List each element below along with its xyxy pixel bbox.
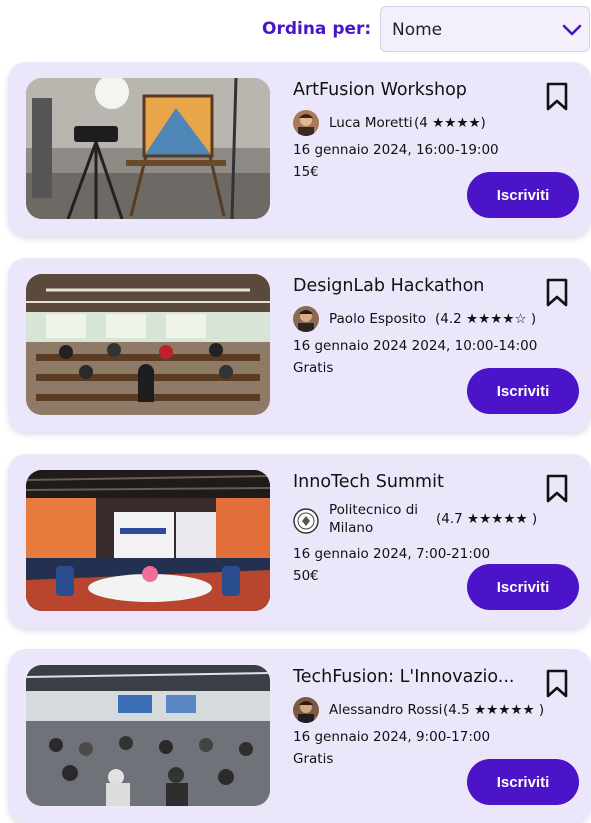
rating: (4.7 ★★★★★ ) xyxy=(436,511,538,527)
organizer-name-line1: Politecnico di xyxy=(329,502,419,518)
rating: (4.2 ★★★★☆ ) xyxy=(435,311,537,327)
organizer-name: Paolo Esposito xyxy=(329,311,427,327)
subscribe-button[interactable]: Iscriviti xyxy=(467,759,579,805)
event-image-conference xyxy=(26,470,270,611)
subscribe-button[interactable]: Iscriviti xyxy=(467,564,579,610)
subscribe-button[interactable]: Iscriviti xyxy=(467,368,579,414)
university-seal-logo xyxy=(293,508,319,534)
chevron-down-icon xyxy=(562,24,582,36)
event-date: 16 gennaio 2024, 7:00-21:00 xyxy=(293,546,491,562)
event-image-event-hall xyxy=(26,665,270,806)
event-title: TechFusion: L'Innovazio... xyxy=(293,667,515,687)
organizer-row: Politecnico di Milano (4.7 ★★★★★ ) xyxy=(293,502,583,542)
event-date: 16 gennaio 2024, 9:00-17:00 xyxy=(293,729,491,745)
bookmark-icon[interactable] xyxy=(545,82,569,112)
event-title: DesignLab Hackathon xyxy=(293,276,485,296)
organizer-name: Luca Moretti xyxy=(329,115,413,131)
bookmark-icon[interactable] xyxy=(545,669,569,699)
avatar xyxy=(293,110,319,136)
organizer-name-line2: Milano xyxy=(329,520,374,536)
event-card[interactable]: InnoTech Summit Politecnico di Milano (4… xyxy=(8,454,591,628)
bookmark-icon[interactable] xyxy=(545,278,569,308)
event-image-photo-studio xyxy=(26,78,270,219)
event-price: 50€ xyxy=(293,568,319,584)
event-date: 16 gennaio 2024, 16:00-19:00 xyxy=(293,142,499,158)
avatar xyxy=(293,306,319,332)
event-image-hackathon xyxy=(26,274,270,415)
event-price: Gratis xyxy=(293,751,334,767)
event-title: InnoTech Summit xyxy=(293,472,444,492)
event-date: 16 gennaio 2024 2024, 10:00-14:00 xyxy=(293,338,538,354)
rating: (4.5 ★★★★★ ) xyxy=(443,702,545,718)
event-card[interactable]: ArtFusion Workshop Luca Moretti (4 ★★★★)… xyxy=(8,62,591,236)
sort-label: Ordina per: xyxy=(262,19,372,39)
organizer-row: Alessandro Rossi (4.5 ★★★★★ ) xyxy=(293,697,583,725)
organizer-row: Paolo Esposito (4.2 ★★★★☆ ) xyxy=(293,306,583,334)
sort-bar: Ordina per: Nome xyxy=(0,6,591,54)
rating: (4 ★★★★) xyxy=(414,115,486,131)
sort-value: Nome xyxy=(392,20,443,40)
organizer-row: Luca Moretti (4 ★★★★) xyxy=(293,110,583,138)
avatar xyxy=(293,697,319,723)
subscribe-button[interactable]: Iscriviti xyxy=(467,172,579,218)
event-card[interactable]: TechFusion: L'Innovazio... Alessandro Ro… xyxy=(8,649,591,823)
event-card[interactable]: DesignLab Hackathon Paolo Esposito (4.2 … xyxy=(8,258,591,432)
sort-select[interactable]: Nome xyxy=(380,6,590,52)
event-price: 15€ xyxy=(293,164,319,180)
bookmark-icon[interactable] xyxy=(545,474,569,504)
organizer-name: Alessandro Rossi xyxy=(329,702,443,718)
event-price: Gratis xyxy=(293,360,334,376)
event-title: ArtFusion Workshop xyxy=(293,80,467,100)
